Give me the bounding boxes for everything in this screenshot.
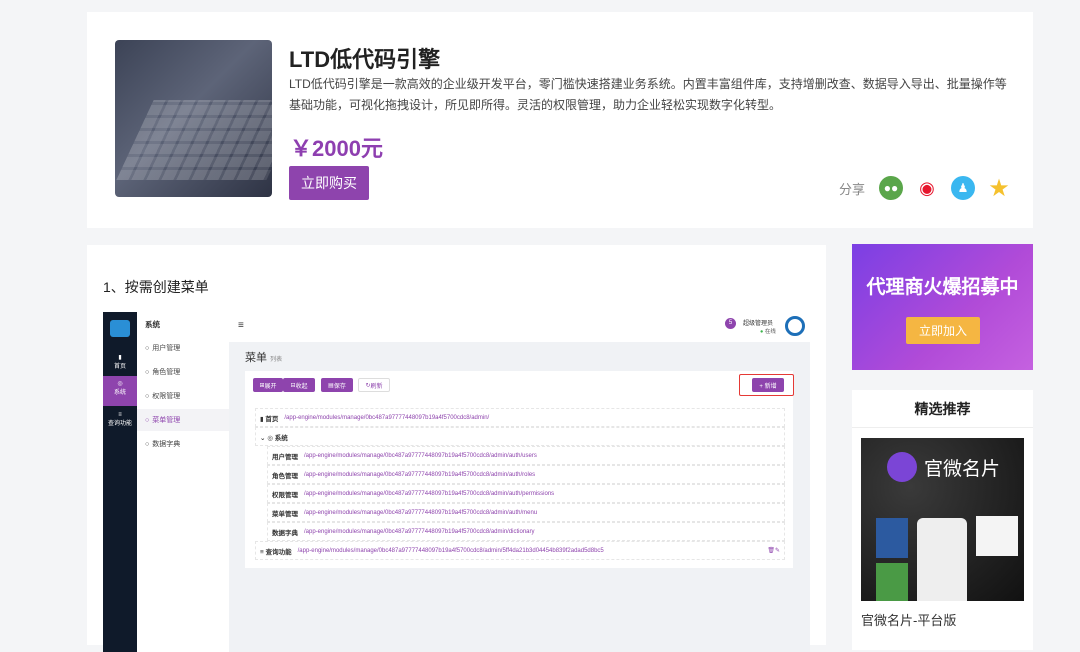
share-bar: 分享 ●● ◉ ♟ ★ — [839, 175, 1012, 202]
menu-tree-panel: ⊞ 展开 ⊟ 收起 ▤ 保存 ↻ 刷新 + 新增 ▮ 首页/app-engine… — [245, 371, 794, 568]
phone-mockup — [917, 518, 967, 601]
path: /app-engine/modules/manage/0bc487a977774… — [304, 490, 555, 497]
name: 查询功能 — [265, 548, 292, 556]
status-text: 在线 — [764, 329, 776, 335]
label: 收起 — [295, 383, 308, 390]
nav-label: 查询功能 — [107, 421, 132, 427]
user-name: 超级管理员 — [743, 321, 774, 327]
recommend-image[interactable]: 官微名片 — [861, 438, 1024, 601]
image-title: 官微名片 — [924, 459, 1001, 480]
weibo-icon[interactable]: ◉ — [915, 176, 940, 200]
step-heading: 1、按需创建菜单 — [103, 279, 209, 295]
recommend-heading: 精选推荐 — [852, 390, 1033, 428]
wechat-icon[interactable]: ●● — [879, 176, 904, 200]
banner-title: 代理商火爆招募中 — [866, 277, 1019, 298]
nav-query[interactable]: ≡ 查询功能 — [103, 408, 137, 427]
path: /app-engine/modules/manage/0bc487a977774… — [304, 471, 536, 478]
recommend-panel: 精选推荐 官微名片 官微名片-平台版 — [852, 390, 1033, 650]
name: 用户管理 — [272, 453, 298, 461]
product-price: ￥2000元 — [290, 136, 383, 161]
card-logo-icon — [887, 452, 917, 482]
nav-label: 首页 — [113, 364, 126, 370]
expand-button[interactable]: ⊞ 展开 — [253, 378, 283, 392]
sidebar-item-roles[interactable]: ○ 角色管理 — [137, 361, 229, 383]
refresh-button[interactable]: ↻ 刷新 — [358, 378, 390, 392]
path: /app-engine/modules/manage/0bc487a977774… — [284, 414, 490, 421]
primary-sidebar: ▮ 首页 ◎ 系统 ≡ 查询功能 — [103, 312, 137, 652]
share-label: 分享 — [839, 181, 866, 197]
title: 菜单 — [245, 352, 267, 364]
qr-card — [976, 516, 1018, 556]
recommend-caption[interactable]: 官微名片-平台版 — [861, 610, 956, 629]
tree-row[interactable]: ≡ 查询功能/app-engine/modules/manage/0bc487a… — [255, 541, 785, 560]
delete-edit-icon[interactable]: 🗑✎ — [767, 547, 780, 554]
power-icon[interactable] — [785, 316, 805, 336]
article-card: 1、按需创建菜单 ▮ 首页 ◎ 系统 ≡ 查询功能 系统 ○ 用户管理 ○ 角色管理 … — [87, 245, 826, 652]
tree-row[interactable]: ⌄ ◎ 系统 — [255, 427, 785, 446]
name: 首页 — [265, 415, 279, 423]
path: /app-engine/modules/manage/0bc487a977774… — [304, 452, 537, 459]
name: 数据字典 — [272, 529, 298, 537]
user-status: ● 在线 — [760, 329, 776, 335]
name: 权限管理 — [272, 491, 298, 499]
product-description: LTD低代码引擎是一款高效的企业级开发平台，零门槛快速搭建业务系统。内置丰富组件… — [289, 77, 1007, 112]
subtitle: 列表 — [270, 357, 283, 363]
join-button[interactable]: 立即加入 — [906, 317, 980, 344]
nav-system[interactable]: ◎ 系统 — [103, 376, 137, 406]
product-image — [115, 40, 272, 197]
product-title: LTD低代码引擎 — [289, 47, 441, 72]
agent-banner[interactable]: 代理商火爆招募中 立即加入 — [852, 244, 1033, 370]
qr-card — [876, 563, 908, 601]
name: 系统 — [274, 434, 288, 442]
notification-badge[interactable]: 5 — [725, 318, 736, 329]
sidebar-item-dictionary[interactable]: ○ 数据字典 — [137, 433, 229, 455]
product-card: LTD低代码引擎 LTD低代码引擎是一款高效的企业级开发平台，零门槛快速搭建业务… — [87, 12, 1033, 228]
sidebar-item-permissions[interactable]: ○ 权限管理 — [137, 385, 229, 407]
label: 展开 — [264, 383, 277, 390]
name: 角色管理 — [272, 472, 298, 480]
qq-icon[interactable]: ♟ — [951, 176, 976, 200]
save-button[interactable]: ▤ 保存 — [321, 378, 353, 392]
path: /app-engine/modules/manage/0bc487a977774… — [297, 547, 604, 554]
qr-card — [876, 518, 908, 558]
add-button[interactable]: + 新增 — [752, 378, 784, 392]
label: 权限管理 — [152, 393, 181, 400]
top-bar: ≡ 5 超级管理员 ● 在线 — [229, 312, 810, 342]
tree-row[interactable]: 角色管理/app-engine/modules/manage/0bc487a97… — [267, 465, 785, 484]
sidebar-item-users[interactable]: ○ 用户管理 — [137, 337, 229, 359]
tree-row[interactable]: 用户管理/app-engine/modules/manage/0bc487a97… — [267, 446, 785, 465]
collapse-button[interactable]: ⊟ 收起 — [283, 378, 315, 392]
qzone-icon[interactable]: ★ — [987, 175, 1012, 202]
label: 菜单管理 — [152, 417, 181, 424]
path: /app-engine/modules/manage/0bc487a977774… — [304, 509, 538, 516]
name: 菜单管理 — [272, 510, 298, 518]
sidebar-item-menu[interactable]: ○ 菜单管理 — [137, 409, 229, 431]
sidebar-title: 系统 — [145, 320, 160, 329]
secondary-sidebar: 系统 ○ 用户管理 ○ 角色管理 ○ 权限管理 ○ 菜单管理 ○ 数据字典 — [137, 312, 229, 652]
path: /app-engine/modules/manage/0bc487a977774… — [304, 528, 535, 535]
app-screenshot: ▮ 首页 ◎ 系统 ≡ 查询功能 系统 ○ 用户管理 ○ 角色管理 ○ 权限管理 ○ … — [103, 312, 810, 652]
tree-row[interactable]: 菜单管理/app-engine/modules/manage/0bc487a97… — [267, 503, 785, 522]
tree-row[interactable]: 数据字典/app-engine/modules/manage/0bc487a97… — [267, 522, 785, 541]
app-logo — [110, 320, 130, 337]
nav-home[interactable]: ▮ 首页 — [103, 350, 137, 370]
hamburger-icon[interactable]: ≡ — [238, 320, 244, 331]
buy-now-button[interactable]: 立即购买 — [289, 166, 369, 200]
tree-row[interactable]: 权限管理/app-engine/modules/manage/0bc487a97… — [267, 484, 785, 503]
nav-label: 系统 — [113, 390, 126, 396]
label: 刷新 — [370, 383, 383, 390]
tree-row[interactable]: ▮ 首页/app-engine/modules/manage/0bc487a97… — [255, 408, 785, 427]
page-title: 菜单 列表 — [245, 349, 282, 365]
label: 数据字典 — [152, 441, 181, 448]
label: 保存 — [333, 383, 346, 390]
label: 用户管理 — [152, 345, 181, 352]
label: 角色管理 — [152, 369, 181, 376]
